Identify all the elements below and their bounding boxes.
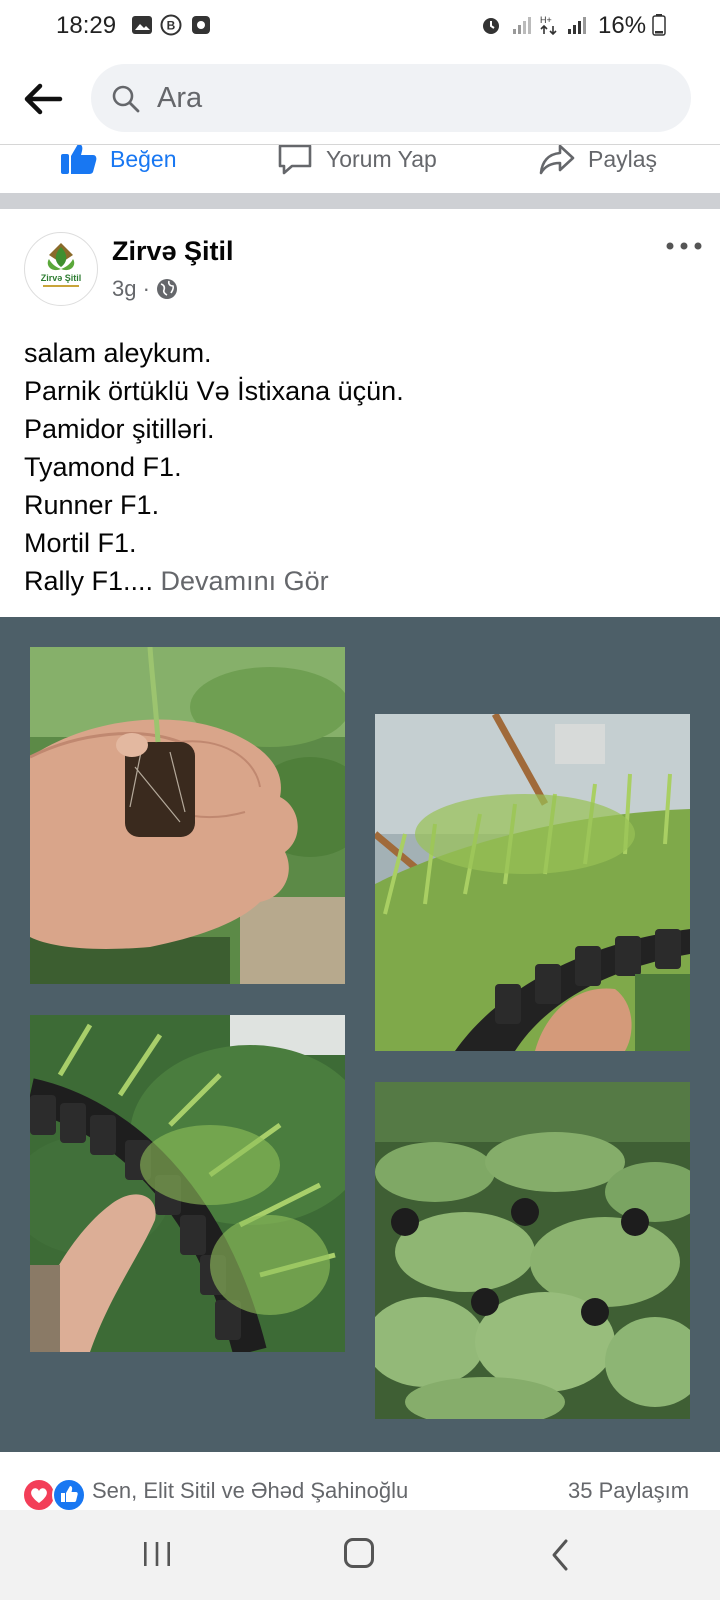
- post-text-line: Tyamond F1.: [24, 452, 182, 482]
- post-text-line: salam aleykum.: [24, 338, 212, 368]
- b-circle-icon: B: [160, 14, 182, 36]
- post-separator: [0, 193, 720, 209]
- share-button[interactable]: Paylaş: [538, 145, 657, 179]
- share-icon: [539, 145, 575, 175]
- previous-post-actions: Beğen Yorum Yap Paylaş: [0, 145, 720, 193]
- post-text-line: Mortil F1.: [24, 528, 137, 558]
- reactions-summary[interactable]: Sen, Elit Sitil ve Əhəd Şahinoğlu 35 Pay…: [0, 1466, 720, 1516]
- post-time[interactable]: 3g: [112, 276, 136, 302]
- status-bar: 18:29 B H+ 16%: [0, 0, 720, 52]
- svg-text:H+: H+: [540, 15, 552, 25]
- like-reaction-icon: [52, 1478, 86, 1512]
- back-nav-icon[interactable]: [550, 1538, 570, 1572]
- author-name[interactable]: Zirvə Şitil: [112, 236, 234, 267]
- comment-label: Yorum Yap: [326, 145, 437, 172]
- search-bar[interactable]: [91, 64, 691, 132]
- post-text: salam aleykum. Parnik örtüklü Və İstixan…: [24, 334, 704, 600]
- share-label: Paylaş: [588, 145, 658, 172]
- back-arrow-icon[interactable]: [18, 74, 68, 124]
- signal-icon: [513, 17, 531, 34]
- home-icon[interactable]: [344, 1538, 374, 1568]
- thumbs-up-icon: [61, 145, 97, 174]
- love-reaction-icon: [22, 1478, 56, 1512]
- photo-tomato-seedlings-closeup[interactable]: [375, 1082, 690, 1419]
- photo-collage: [0, 617, 720, 1452]
- like-button[interactable]: Beğen: [60, 145, 177, 179]
- image-icon: [132, 16, 152, 34]
- photo-hand-curved-tray[interactable]: [30, 1015, 345, 1352]
- see-more-link[interactable]: Devamını Gör: [161, 566, 329, 596]
- battery-percentage: 16%: [598, 12, 647, 39]
- search-input[interactable]: [157, 64, 657, 132]
- post-text-line: Rally F1....: [24, 566, 154, 596]
- like-label: Beğen: [110, 145, 177, 172]
- signal-icon: [568, 17, 586, 34]
- search-header: [0, 52, 720, 145]
- more-options-icon[interactable]: [664, 232, 704, 260]
- meta-dot: ·: [136, 276, 150, 301]
- reactors-text[interactable]: Sen, Elit Sitil ve Əhəd Şahinoğlu: [92, 1478, 408, 1504]
- comment-button[interactable]: Yorum Yap: [276, 145, 437, 179]
- post-text-line: Parnik örtüklü Və İstixana üçün.: [24, 376, 404, 406]
- system-navigation-bar: [0, 1510, 720, 1600]
- globe-icon: [156, 279, 177, 299]
- post-meta: 3g ·: [112, 276, 178, 302]
- post-text-last-line: Rally F1.... Devamını Gör: [24, 562, 704, 600]
- search-icon: [112, 85, 140, 113]
- photo-hand-seedling-plug[interactable]: [30, 647, 345, 984]
- status-time: 18:29: [56, 12, 117, 39]
- battery-icon: [652, 14, 666, 36]
- author-avatar[interactable]: Zirvə Şitil: [24, 232, 98, 306]
- data-arrows-icon: H+: [540, 15, 557, 36]
- zirve-sitil-logo: Zirvə Şitil: [41, 243, 82, 287]
- avatar-text: Zirvə Şitil: [41, 273, 82, 283]
- square-app-icon: [192, 16, 210, 34]
- post-text-line: Pamidor şitilləri.: [24, 414, 215, 444]
- recent-apps-icon[interactable]: [140, 1538, 174, 1570]
- svg-text:B: B: [167, 19, 176, 33]
- comment-icon: [278, 145, 312, 175]
- alarm-icon: [483, 18, 499, 34]
- photo-greenhouse-seedling-tray[interactable]: [375, 714, 690, 1051]
- share-count[interactable]: 35 Paylaşım: [568, 1478, 689, 1504]
- post-text-line: Runner F1.: [24, 490, 160, 520]
